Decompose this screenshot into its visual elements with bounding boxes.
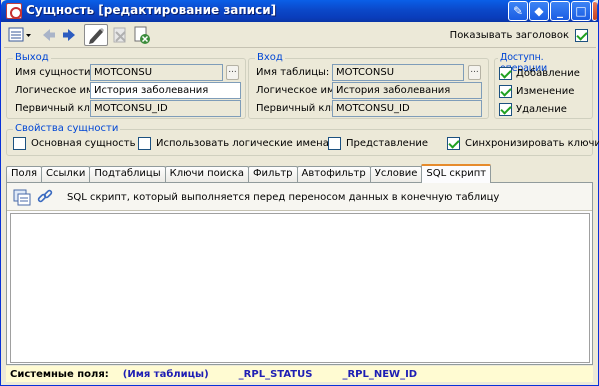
tab-sql-script[interactable]: SQL скрипт xyxy=(421,164,492,183)
output-group-title: Выход xyxy=(13,52,51,63)
tab-fields[interactable]: Поля xyxy=(6,166,43,182)
operation-delete[interactable]: Удаление xyxy=(499,103,567,116)
property-logical-names-label: Использовать логические имена xyxy=(156,138,329,149)
entity-name-label: Имя сущности: xyxy=(15,67,94,78)
tab-autofilter[interactable]: Автофильтр xyxy=(296,166,371,182)
view-menu-icon[interactable] xyxy=(7,24,33,46)
tab-links[interactable]: Ссылки xyxy=(41,166,91,182)
table-name-field[interactable]: MOTCONSU xyxy=(332,64,464,81)
property-sync-keys[interactable]: Синхронизировать ключи xyxy=(447,137,599,150)
help-icon[interactable]: ◆ xyxy=(529,1,549,21)
property-main-entity-label: Основная сущность xyxy=(31,138,136,149)
property-view-label: Представление xyxy=(346,138,429,149)
sql-script-toolbar: SQL скрипт, который выполняется перед пе… xyxy=(7,183,592,211)
tools-icon[interactable]: ✎ xyxy=(508,1,528,21)
operation-add[interactable]: Добавление xyxy=(499,67,580,80)
property-view-checkbox[interactable] xyxy=(328,137,341,150)
system-field-table-name[interactable]: (Имя таблицы) xyxy=(123,369,209,380)
operation-add-checkbox[interactable] xyxy=(499,67,512,80)
operation-delete-checkbox[interactable] xyxy=(499,103,512,116)
edit-pen-icon[interactable] xyxy=(84,24,108,46)
show-header-checkbox[interactable] xyxy=(575,29,588,42)
property-view[interactable]: Представление xyxy=(328,137,428,150)
entity-editor-window: Сущность [редактирование записи] ✎ ◆ _ □ xyxy=(0,0,599,386)
table-name-browse-button[interactable]: ... xyxy=(468,65,481,80)
tab-condition[interactable]: Условие xyxy=(369,166,423,182)
property-logical-names-checkbox[interactable] xyxy=(138,137,151,150)
operation-add-label: Добавление xyxy=(516,68,580,79)
show-header-label: Показывать заголовок xyxy=(449,30,569,41)
entity-name-browse-button[interactable]: ... xyxy=(226,65,239,80)
sql-script-description: SQL скрипт, который выполняется перед пе… xyxy=(67,192,500,203)
app-icon xyxy=(6,3,22,19)
operation-edit[interactable]: Изменение xyxy=(499,85,574,98)
delete-record-icon[interactable] xyxy=(110,24,130,46)
tab-search-keys[interactable]: Ключи поиска xyxy=(164,166,249,182)
system-fields-label: Системные поля: xyxy=(10,368,109,380)
sql-script-panel: SQL скрипт, который выполняется перед пе… xyxy=(6,182,593,365)
property-main-entity-checkbox[interactable] xyxy=(13,137,26,150)
entity-name-field[interactable]: MOTCONSU xyxy=(90,64,223,81)
back-arrow-icon[interactable] xyxy=(40,24,58,46)
tab-subtables[interactable]: Подтаблицы xyxy=(89,166,166,182)
properties-group-title: Свойства сущности xyxy=(13,123,121,134)
system-field-rpl-status[interactable]: _RPL_STATUS xyxy=(239,369,313,380)
sql-script-editor[interactable] xyxy=(10,213,590,363)
output-logical-name-input[interactable]: История заболевания xyxy=(90,82,241,99)
table-name-label: Имя таблицы: xyxy=(256,67,330,78)
window-title: Сущность [редактирование записи] xyxy=(26,3,277,17)
system-fields-bar: Системные поля: (Имя таблицы) _RPL_STATU… xyxy=(6,366,593,382)
output-primary-key-field[interactable]: MOTCONSU_ID xyxy=(90,100,241,117)
title-bar[interactable]: Сущность [редактирование записи] ✎ ◆ _ □ xyxy=(1,0,598,22)
script-editor-icon[interactable] xyxy=(12,187,32,210)
show-header-toggle[interactable]: Показывать заголовок xyxy=(450,29,588,42)
operation-edit-checkbox[interactable] xyxy=(499,85,512,98)
property-sync-keys-checkbox[interactable] xyxy=(447,137,460,150)
maximize-button[interactable]: □ xyxy=(571,1,591,21)
property-sync-keys-label: Синхронизировать ключи xyxy=(465,138,599,149)
property-logical-names[interactable]: Использовать логические имена xyxy=(138,137,329,150)
input-logical-name-label: Логическое имя: xyxy=(256,85,344,96)
link-icon[interactable] xyxy=(35,187,55,210)
forward-arrow-icon[interactable] xyxy=(60,24,78,46)
input-logical-name-field[interactable]: История заболевания xyxy=(332,82,482,99)
tab-filter[interactable]: Фильтр xyxy=(247,166,298,182)
main-toolbar: Показывать заголовок xyxy=(4,23,596,48)
system-field-rpl-new-id[interactable]: _RPL_NEW_ID xyxy=(342,369,417,380)
tab-strip: Поля Ссылки Подтаблицы Ключи поиска Филь… xyxy=(6,164,492,183)
close-record-icon[interactable] xyxy=(132,24,152,46)
close-button[interactable] xyxy=(592,1,597,21)
input-primary-key-field[interactable]: MOTCONSU_ID xyxy=(332,100,482,117)
input-group-title: Вход xyxy=(255,52,285,63)
property-main-entity[interactable]: Основная сущность xyxy=(13,137,136,150)
operation-edit-label: Изменение xyxy=(516,86,575,97)
minimize-button[interactable]: _ xyxy=(550,1,570,21)
operation-delete-label: Удаление xyxy=(516,104,567,115)
